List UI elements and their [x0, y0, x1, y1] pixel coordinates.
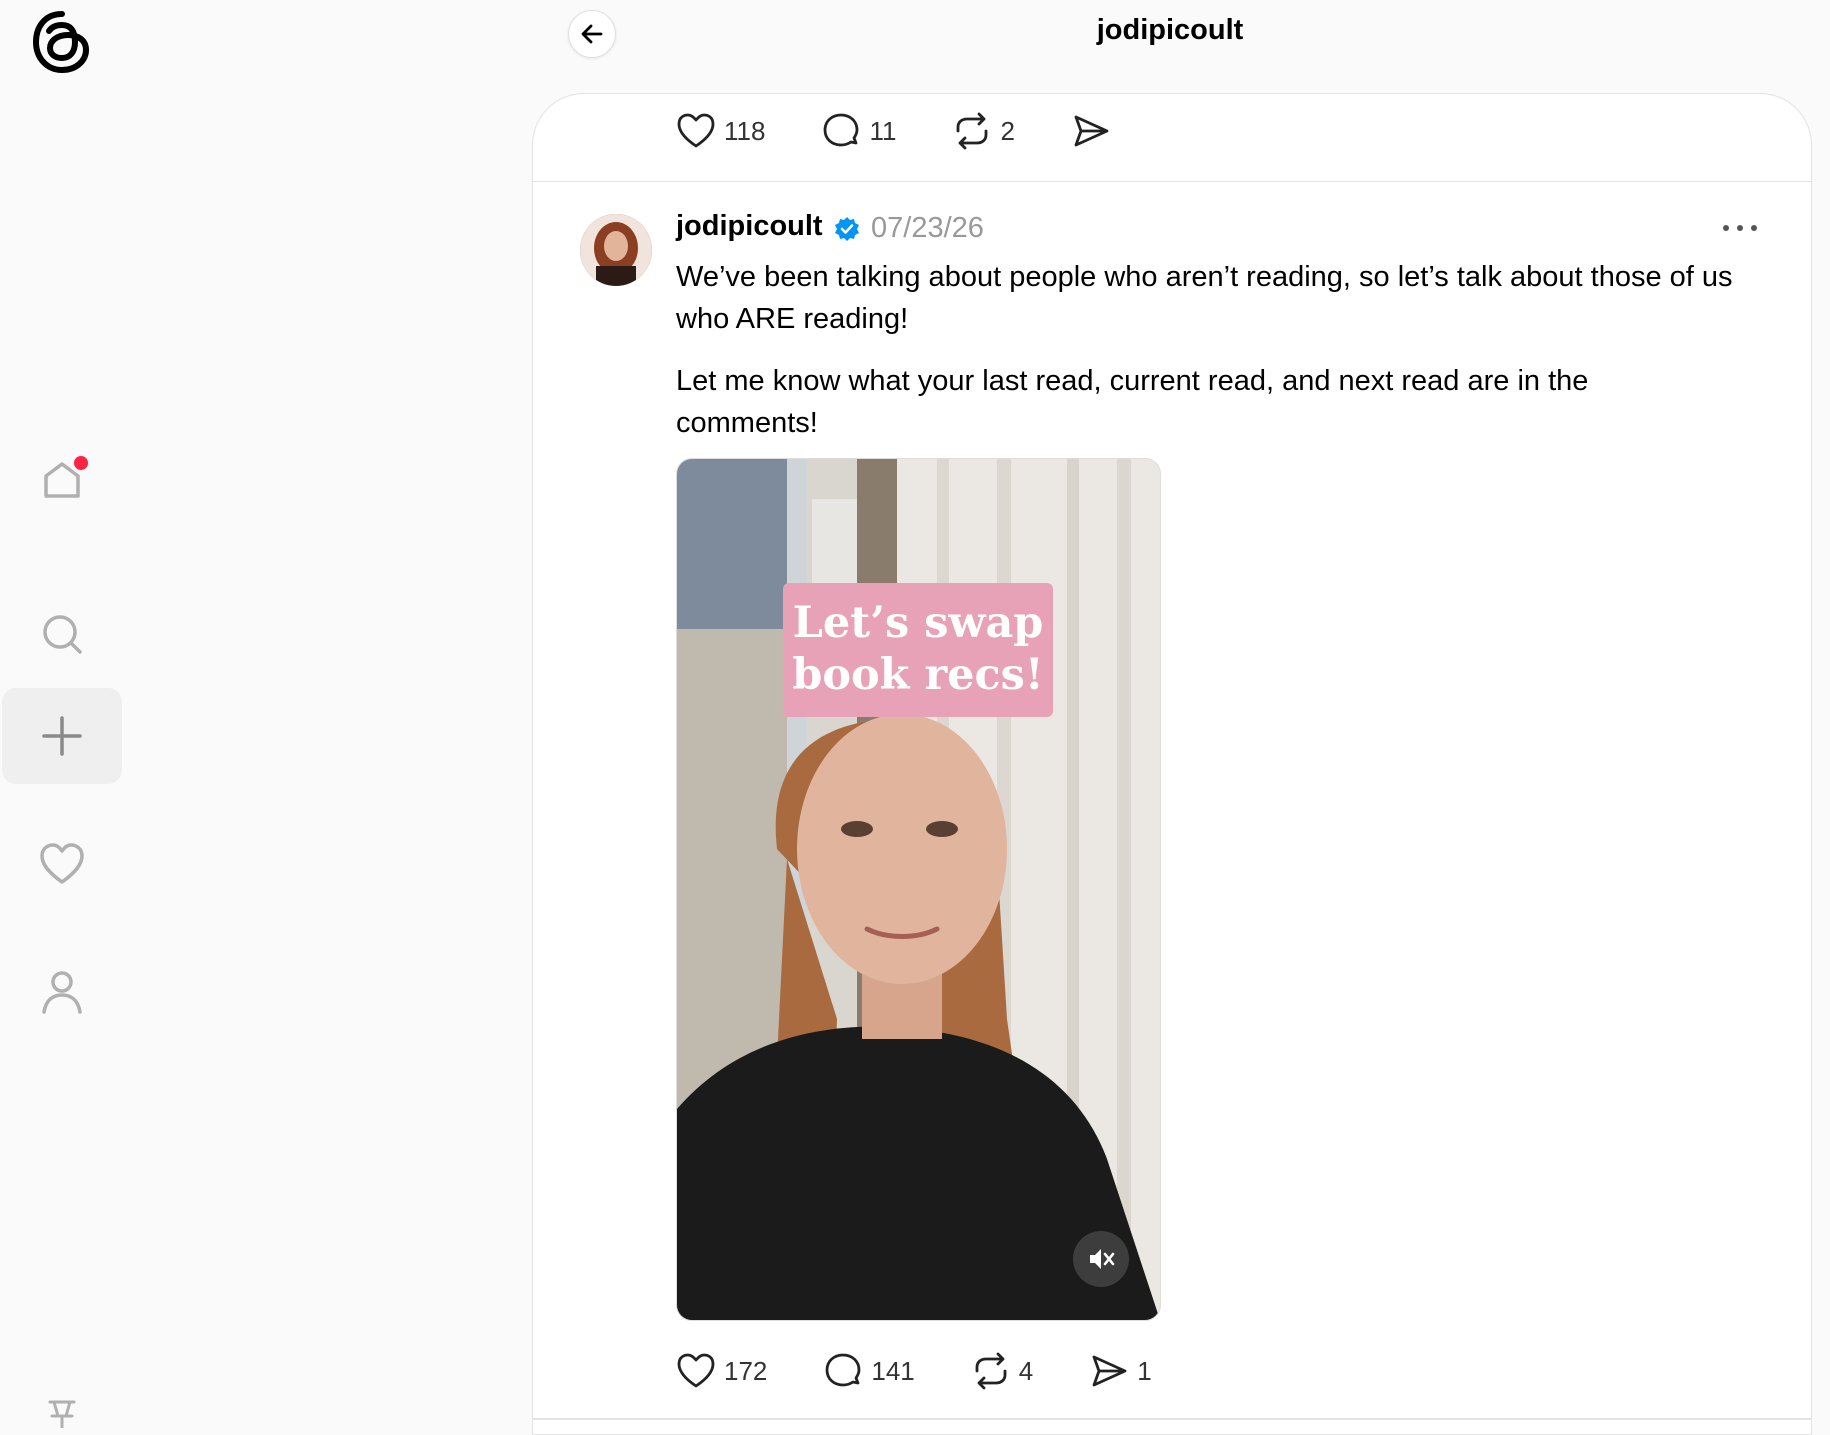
nav-home[interactable] [2, 432, 122, 528]
back-button[interactable] [568, 10, 616, 58]
send-icon [1092, 1355, 1127, 1387]
repost-count: 2 [1000, 115, 1015, 146]
like-button[interactable]: 118 [676, 111, 765, 151]
comment-count: 141 [871, 1355, 915, 1386]
post-username[interactable]: jodipicoult [676, 210, 823, 243]
heart-icon [677, 113, 715, 148]
nav-activity[interactable] [2, 816, 122, 912]
plus-icon [42, 716, 82, 756]
send-icon [1074, 115, 1109, 147]
video-text-overlay: Let’s swap book recs! [783, 583, 1053, 717]
like-count: 172 [724, 1355, 768, 1386]
muted-speaker-icon [1090, 1249, 1115, 1269]
comment-icon [825, 1353, 861, 1387]
overlay-line: book recs! [792, 650, 1044, 700]
sidebar [0, 0, 124, 1428]
like-count: 118 [724, 115, 766, 146]
page-title: jodipicoult [1096, 14, 1244, 46]
nav-search[interactable] [2, 586, 122, 682]
person-icon [42, 971, 82, 1014]
comment-button[interactable]: 141 [823, 1351, 915, 1391]
verified-badge-icon [835, 217, 859, 241]
like-button[interactable]: 172 [676, 1351, 767, 1391]
avatar-photo [580, 214, 652, 286]
repost-button[interactable]: 2 [952, 111, 1015, 151]
comment-count: 11 [869, 115, 897, 146]
avatar[interactable] [580, 214, 652, 286]
search-icon [43, 615, 82, 654]
repost-count: 4 [1018, 1355, 1034, 1386]
notification-dot [74, 456, 88, 470]
comment-button[interactable]: 11 [821, 111, 896, 151]
nav-create[interactable] [2, 688, 122, 784]
comment-icon [824, 113, 859, 147]
share-count: 1 [1137, 1355, 1152, 1386]
nav-profile[interactable] [2, 944, 122, 1040]
share-button[interactable]: 1 [1089, 1351, 1152, 1391]
post-paragraph: We’ve been talking about people who aren… [676, 261, 1733, 335]
post-actions: 172 141 4 1 [676, 1348, 1208, 1394]
more-options-icon[interactable] [1720, 218, 1760, 238]
divider [533, 1418, 1811, 1420]
repost-icon [957, 112, 988, 150]
heart-icon [677, 1353, 715, 1388]
repost-icon [975, 1352, 1007, 1390]
heart-icon [40, 843, 84, 884]
repost-button[interactable]: 4 [971, 1351, 1033, 1391]
overlay-line: Let’s swap [792, 598, 1044, 648]
divider [533, 181, 1811, 182]
share-button[interactable] [1071, 111, 1119, 151]
mute-button[interactable] [1073, 1231, 1129, 1287]
post-paragraph: Let me know what your last read, current… [676, 365, 1589, 439]
post-timestamp[interactable]: 07/23/26 [871, 212, 984, 245]
previous-post-actions: 118 11 2 [676, 108, 1175, 154]
post-video[interactable]: Let’s swap book recs! [676, 458, 1161, 1321]
threads-logo-icon[interactable] [28, 8, 96, 76]
arrow-left-icon [581, 24, 603, 44]
